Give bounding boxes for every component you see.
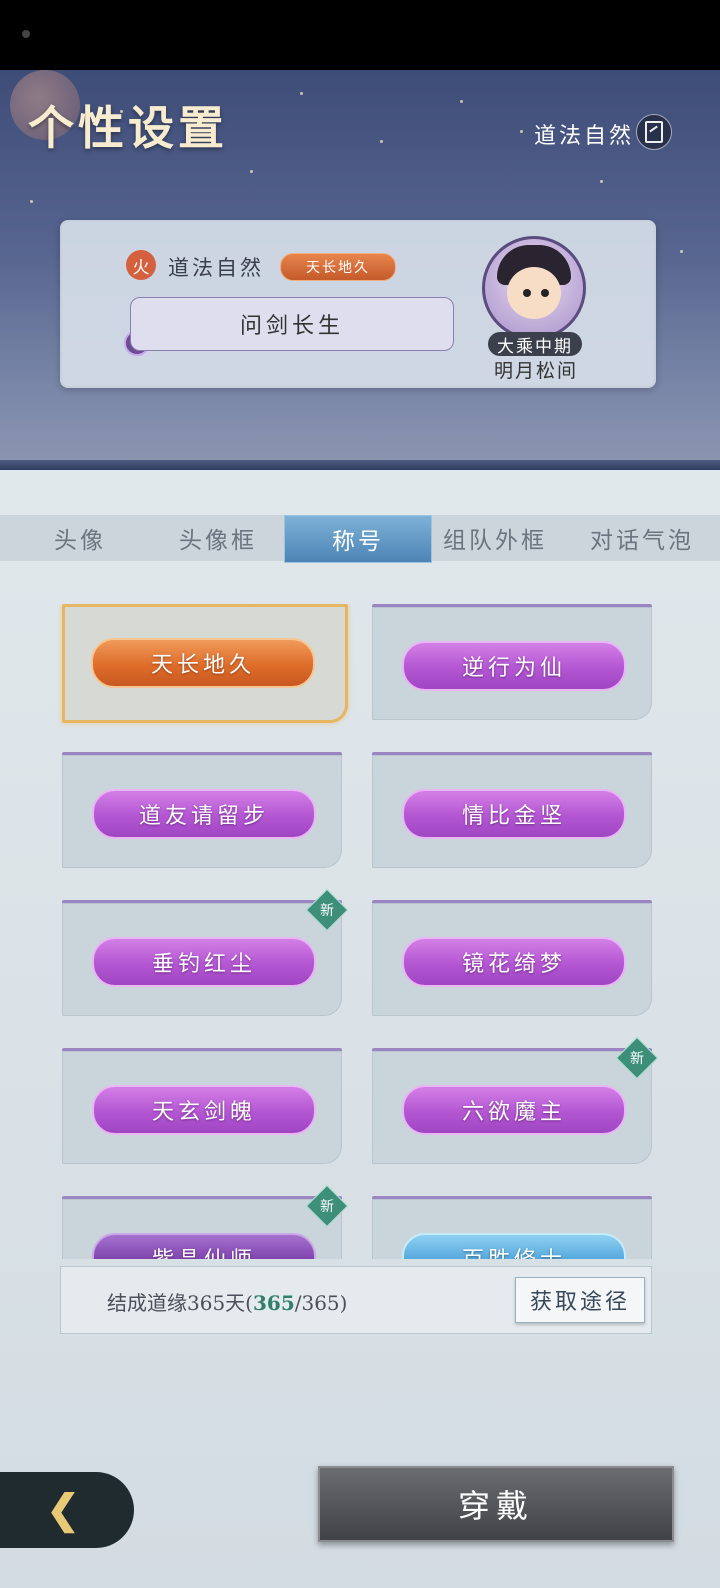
top-player-name: 道法自然	[533, 124, 634, 149]
title-card[interactable]: 紫晶仙师 新	[62, 1184, 349, 1259]
title-card[interactable]: 逆行为仙	[372, 604, 652, 720]
tab-avatar[interactable]: 头像	[0, 515, 160, 561]
title-card[interactable]: 天长地久	[62, 604, 348, 723]
player-nickname: 明月松间	[493, 360, 578, 382]
title-label: 天玄剑魄	[92, 1085, 316, 1135]
title-label: 六欲魔主	[402, 1085, 626, 1135]
title-card[interactable]: 天玄剑魄	[62, 1048, 342, 1164]
category-tabs: 头像 头像框 称号 组队外框 对话气泡	[0, 515, 720, 563]
tab-avatar-frame[interactable]: 头像框	[150, 515, 286, 561]
title-label: 百胜修士	[402, 1233, 626, 1259]
new-badge: 新	[615, 1036, 659, 1080]
title-label: 情比金坚	[402, 789, 626, 839]
get-source-button[interactable]: 获取途径	[515, 1277, 645, 1323]
title-label: 道友请留步	[92, 789, 316, 839]
title-card[interactable]: 情比金坚	[372, 752, 652, 868]
edit-icon[interactable]	[636, 114, 672, 150]
title-grid: 天长地久 逆行为仙 道友请留步 情比金坚 垂钓红尘 新 镜花绮梦 天玄剑魄 六欲…	[0, 604, 720, 1259]
back-arrow-icon: ❮	[46, 1485, 80, 1533]
header-banner: 个性设置 道法自然 火 道法自然 天长地久 问剑长生 大乘中期 明月松间	[0, 70, 720, 470]
title-label: 逆行为仙	[402, 641, 626, 691]
realm-badge: 大乘中期	[488, 332, 582, 357]
new-badge: 新	[305, 1184, 349, 1228]
wear-button[interactable]: 穿戴	[318, 1466, 674, 1542]
fire-element-badge: 火	[126, 250, 156, 280]
title-card[interactable]: 镜花绮梦	[372, 900, 652, 1016]
title-label: 天长地久	[91, 638, 315, 688]
title-label: 垂钓红尘	[92, 937, 316, 987]
preview-equipped-title: 天长地久	[280, 253, 396, 281]
camera-dot	[22, 30, 30, 38]
tab-team-frame[interactable]: 组队外框	[432, 515, 558, 561]
tab-chat-bubble[interactable]: 对话气泡	[572, 515, 712, 561]
acquire-condition-text: 结成道缘365天(365/365)	[107, 1291, 348, 1315]
title-card[interactable]: 六欲魔主 新	[372, 1036, 659, 1164]
chat-bubble-preview: 问剑长生	[130, 297, 454, 351]
preview-player-name: 道法自然	[168, 256, 264, 280]
new-badge: 新	[305, 888, 349, 932]
title-card[interactable]: 道友请留步	[62, 752, 342, 868]
title-preview-panel: 火 道法自然 天长地久 问剑长生 大乘中期 明月松间	[60, 220, 656, 388]
title-card[interactable]: 垂钓红尘 新	[62, 888, 349, 1016]
page-title: 个性设置	[28, 101, 228, 155]
avatar	[482, 236, 586, 340]
back-button[interactable]: ❮	[0, 1472, 134, 1548]
title-label: 紫晶仙师	[92, 1233, 316, 1259]
title-card[interactable]: 百胜修士	[372, 1196, 652, 1259]
acquire-condition-bar: 结成道缘365天(365/365) 获取途径	[60, 1266, 652, 1334]
status-bar	[0, 0, 720, 70]
tab-title[interactable]: 称号	[284, 515, 432, 563]
title-label: 镜花绮梦	[402, 937, 626, 987]
